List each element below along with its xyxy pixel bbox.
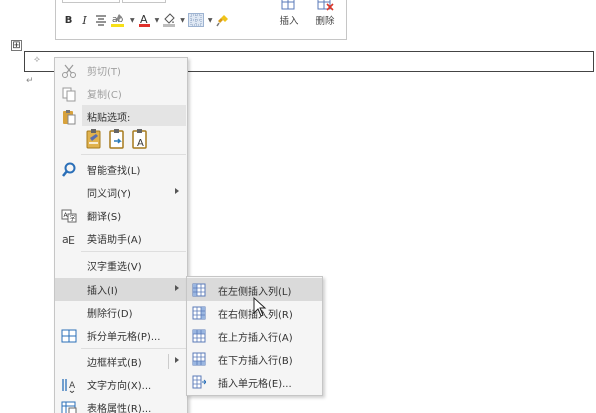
paste-options: A	[85, 128, 149, 150]
scissors-icon	[62, 64, 76, 78]
paste-text-only-icon[interactable]: A	[131, 128, 149, 150]
english-assistant-icon: aE	[62, 233, 75, 247]
menu-item-border-styles[interactable]: 边框样式(B)	[55, 350, 187, 373]
split-cells-icon	[61, 329, 77, 343]
chevron-right-icon	[175, 357, 179, 363]
highlight-color-icon[interactable]: ab	[110, 13, 126, 27]
paste-merge-formatting-icon[interactable]	[108, 128, 126, 150]
menu-separator	[81, 251, 186, 252]
menu-item-smart-lookup[interactable]: 智能查找(L)	[55, 158, 187, 181]
mouse-cursor-icon	[253, 297, 267, 317]
format-painter-icon[interactable]	[215, 13, 230, 27]
cell-end-mark: ⟡	[34, 55, 40, 65]
format-row: B I ab ▼ A ▼ ▼ ▼	[62, 13, 233, 27]
svg-text:E: E	[68, 234, 75, 247]
menu-item-text-direction[interactable]: A 文字方向(X)...	[55, 373, 187, 396]
submenu-item-insert-cells[interactable]: 插入单元格(E)...	[187, 370, 322, 393]
delete-table-icon	[310, 0, 340, 11]
insert-row-below-icon	[192, 352, 206, 366]
menu-item-split-cells[interactable]: 拆分单元格(P)...	[55, 324, 187, 347]
menu-item-copy[interactable]: 复制(C)	[55, 82, 187, 105]
bold-button[interactable]: B	[62, 13, 75, 27]
menu-separator	[81, 154, 186, 155]
insert-submenu: 在左侧插入列(L) 在右侧插入列(R) 在上方插入行(A) 在下方插入行(B) …	[186, 276, 323, 396]
context-menu: 剪切(T) 复制(C) 粘贴选项: A 智能查找(L) 同义词(Y) A字 翻译…	[54, 57, 188, 413]
chevron-down-icon[interactable]: ▼	[208, 17, 213, 24]
chevron-right-icon	[175, 188, 179, 194]
menu-item-insert[interactable]: 插入(I)	[55, 278, 187, 301]
text-direction-icon: A	[62, 379, 76, 393]
font-size-combo[interactable]	[122, 0, 166, 3]
delete-button[interactable]: 删除	[310, 0, 340, 27]
font-color-icon[interactable]: A	[138, 13, 151, 27]
borders-icon[interactable]	[187, 13, 204, 27]
insert-row-above-icon	[192, 329, 206, 343]
insert-cells-icon	[192, 375, 206, 389]
chevron-down-icon[interactable]: ▼	[155, 17, 160, 24]
insert-button[interactable]: 插入	[274, 0, 304, 27]
search-icon	[62, 162, 76, 177]
chevron-right-icon	[175, 285, 179, 291]
insert-column-right-icon	[192, 306, 206, 320]
copy-icon	[62, 87, 76, 102]
shading-icon[interactable]	[162, 13, 176, 27]
chevron-down-icon[interactable]: ▼	[130, 17, 135, 24]
insert-column-left-icon	[192, 283, 206, 297]
svg-text:A: A	[137, 138, 144, 149]
table-properties-icon	[61, 401, 77, 413]
chevron-down-icon[interactable]: ▼	[180, 17, 185, 24]
submenu-item-insert-above[interactable]: 在上方插入行(A)	[187, 324, 322, 347]
menu-item-translate[interactable]: A字 翻译(S)	[55, 204, 187, 227]
table-move-handle[interactable]: ⊞	[11, 40, 22, 51]
align-center-icon[interactable]	[94, 13, 107, 27]
menu-item-english-assistant[interactable]: aE 英语助手(A)	[55, 227, 187, 250]
italic-button[interactable]: I	[78, 13, 91, 27]
menu-separator	[81, 348, 186, 349]
clipboard-icon	[63, 110, 76, 125]
translate-icon: A字	[61, 209, 77, 223]
paragraph-mark: ↵	[26, 76, 34, 86]
paste-keep-formatting-icon[interactable]	[85, 128, 103, 150]
menu-item-table-properties[interactable]: 表格属性(R)...	[55, 396, 187, 413]
insert-table-icon	[274, 0, 304, 11]
split-divider	[168, 354, 169, 369]
menu-item-reconvert[interactable]: 汉字重选(V)	[55, 254, 187, 277]
mini-toolbar: B I ab ▼ A ▼ ▼ ▼ 插入 删除	[55, 0, 347, 40]
paste-options-header: 粘贴选项:	[82, 105, 186, 126]
menu-item-synonyms[interactable]: 同义词(Y)	[55, 181, 187, 204]
menu-item-cut[interactable]: 剪切(T)	[55, 59, 187, 82]
submenu-item-insert-below[interactable]: 在下方插入行(B)	[187, 347, 322, 370]
svg-text:字: 字	[70, 215, 76, 223]
font-name-combo[interactable]	[62, 0, 120, 3]
svg-text:A: A	[69, 381, 76, 391]
menu-item-delete-row[interactable]: 删除行(D)	[55, 301, 187, 324]
